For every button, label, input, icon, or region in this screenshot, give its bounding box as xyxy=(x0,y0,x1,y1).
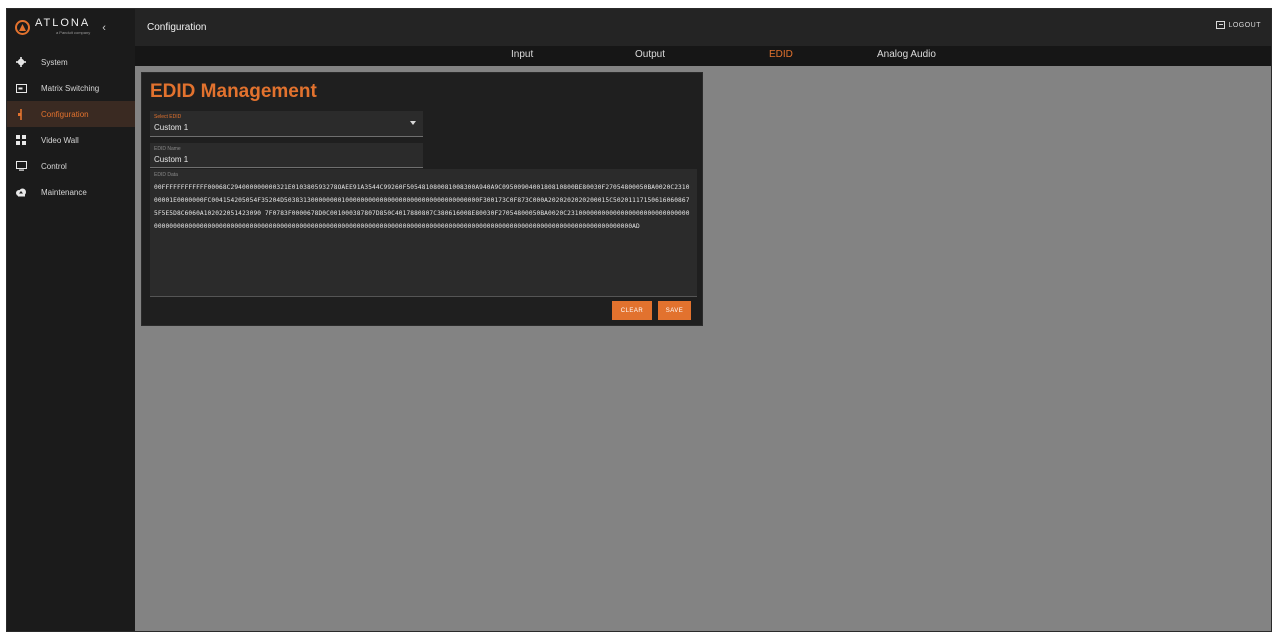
tab-analog-audio[interactable]: Analog Audio xyxy=(877,49,936,60)
select-edid-value: Custom 1 xyxy=(154,123,189,132)
collapse-sidebar-button[interactable]: ‹ xyxy=(102,22,106,34)
brand-name: ATLONA xyxy=(35,16,91,29)
edid-name-input[interactable]: EDID Name Custom 1 xyxy=(150,143,423,168)
app-window: ATLONA a Panduit company ‹ System Matrix… xyxy=(6,8,1272,632)
sidebar-item-label: Video Wall xyxy=(41,135,79,145)
sidebar-nav: System Matrix Switching Configuration Vi… xyxy=(7,49,135,205)
brand: ATLONA a Panduit company ‹ xyxy=(7,9,135,46)
configuration-icon xyxy=(15,108,27,120)
sidebar-item-configuration[interactable]: Configuration xyxy=(7,101,135,127)
sidebar-item-control[interactable]: Control xyxy=(7,153,135,179)
brand-wordmark: ATLONA a Panduit company xyxy=(35,16,91,38)
clear-button[interactable]: CLEAR xyxy=(612,301,652,320)
sidebar-item-video-wall[interactable]: Video Wall xyxy=(7,127,135,153)
monitor-icon xyxy=(15,160,27,172)
tab-output[interactable]: Output xyxy=(635,49,665,60)
sidebar-item-label: Control xyxy=(41,161,67,171)
edid-management-card: EDID Management Select EDID Custom 1 EDI… xyxy=(141,72,703,326)
sidebar-item-label: Configuration xyxy=(41,109,89,119)
edid-name-value: Custom 1 xyxy=(154,155,189,164)
matrix-icon xyxy=(15,82,27,94)
tab-input[interactable]: Input xyxy=(511,49,533,60)
select-edid-label: Select EDID xyxy=(154,114,182,120)
config-tabs: Input Output EDID Analog Audio xyxy=(135,46,1271,66)
sidebar: ATLONA a Panduit company ‹ System Matrix… xyxy=(7,9,135,631)
sidebar-item-maintenance[interactable]: Maintenance xyxy=(7,179,135,205)
cloud-icon xyxy=(15,186,27,198)
sidebar-item-system[interactable]: System xyxy=(7,49,135,75)
caret-down-icon xyxy=(410,121,416,125)
tab-edid[interactable]: EDID xyxy=(769,49,793,60)
edid-data-label: EDID Data xyxy=(154,172,178,178)
sidebar-item-label: System xyxy=(41,57,68,67)
edid-data-textarea[interactable]: EDID Data 00FFFFFFFFFFFF00068C2940000000… xyxy=(150,169,697,297)
grid-icon xyxy=(15,134,27,146)
gear-icon xyxy=(15,56,27,68)
save-button[interactable]: SAVE xyxy=(658,301,691,320)
atlona-logo-icon xyxy=(15,20,30,35)
select-edid-dropdown[interactable]: Select EDID Custom 1 xyxy=(150,111,423,137)
main-content: EDID Management Select EDID Custom 1 EDI… xyxy=(135,66,1271,631)
sidebar-item-matrix-switching[interactable]: Matrix Switching xyxy=(7,75,135,101)
card-title: EDID Management xyxy=(150,81,317,102)
logout-button[interactable]: LOGOUT xyxy=(1216,21,1261,29)
edid-name-label: EDID Name xyxy=(154,146,181,152)
logout-icon xyxy=(1216,21,1226,29)
brand-tagline: a Panduit company xyxy=(55,29,91,35)
page-title: Configuration xyxy=(147,22,207,33)
top-bar: Configuration LOGOUT xyxy=(135,9,1271,46)
edid-data-value: 00FFFFFFFFFFFF00068C294000000000321E0103… xyxy=(154,184,690,230)
sidebar-item-label: Maintenance xyxy=(41,187,87,197)
logout-label: LOGOUT xyxy=(1228,21,1261,29)
sidebar-item-label: Matrix Switching xyxy=(41,83,100,93)
